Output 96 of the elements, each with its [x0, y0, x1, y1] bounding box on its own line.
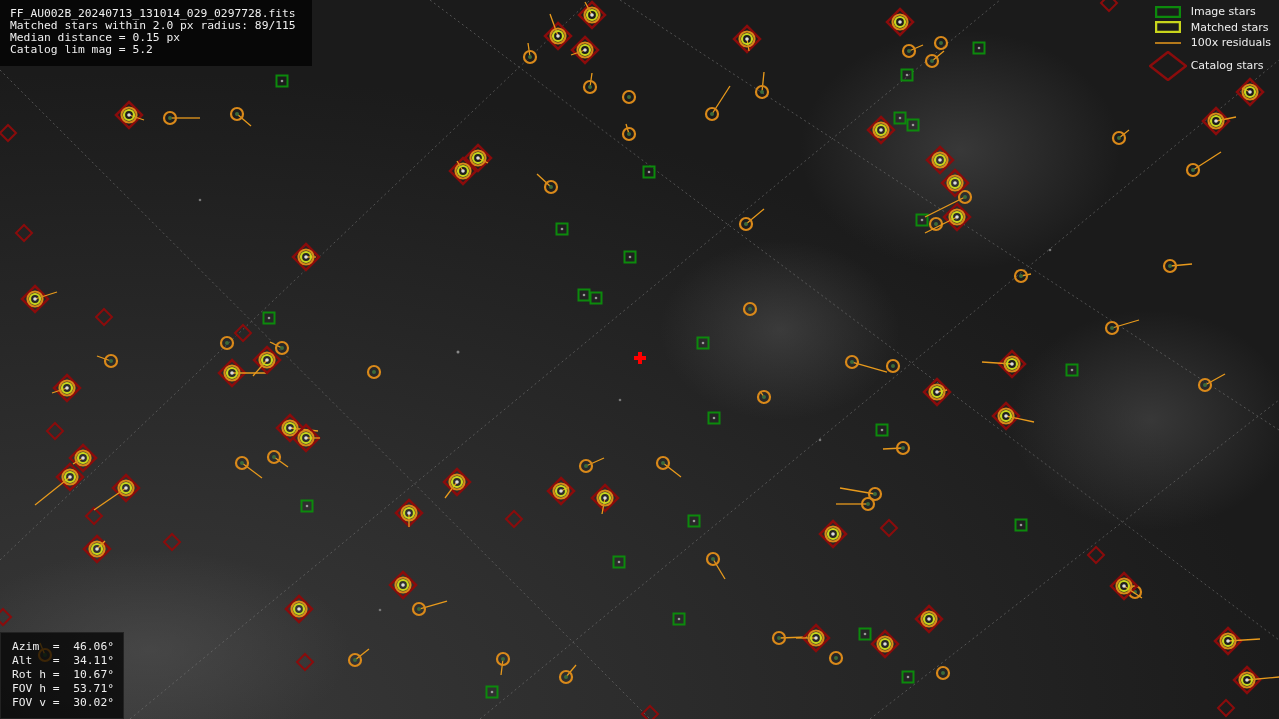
matched-star-marker [51, 373, 82, 403]
matched-star-marker [925, 145, 955, 175]
catalog-star-marker [45, 421, 65, 441]
catalog-star-marker [14, 223, 34, 243]
matched-star-marker [866, 115, 896, 145]
matched-star-marker [590, 483, 620, 515]
catalog-star-marker [882, 440, 911, 456]
matched-star-marker [795, 623, 831, 653]
catalog-star-marker [924, 50, 945, 69]
matched-star-marker [914, 604, 944, 634]
matched-star-marker [388, 570, 418, 600]
catalog-star-marker [1185, 151, 1222, 178]
catalog-star-marker [84, 506, 104, 526]
catalog-star-marker [411, 600, 448, 617]
catalog-star-marker [704, 85, 731, 122]
catalog-star-marker [640, 704, 660, 719]
matched-star-marker [922, 377, 952, 407]
catalog-star-marker [835, 496, 876, 512]
catalog-star-marker [269, 340, 290, 356]
catalog-star-marker [771, 630, 808, 646]
catalog-star-marker [1104, 319, 1140, 336]
catalog-star-marker [347, 648, 370, 668]
info-text: FF_AU002B_20240713_131014_029_0297728.fits [10, 8, 297, 20]
legend-label: Image stars [1190, 4, 1257, 20]
legend-label: Matched stars [1190, 19, 1270, 35]
matched-star-marker [1201, 106, 1237, 136]
catalog-star-marker [1086, 545, 1106, 565]
catalog-star-marker [738, 208, 765, 232]
catalog-star-marker [558, 664, 577, 685]
catalog-star-marker [233, 323, 253, 343]
matched-star-marker [818, 519, 848, 549]
matched-star-marker [463, 143, 493, 173]
matched-star-marker [291, 242, 321, 272]
matched-star-marker [1109, 571, 1143, 601]
catalog-star-marker [901, 43, 924, 59]
legend-label: Catalog stars [1190, 57, 1265, 74]
matched-star-marker [114, 100, 145, 130]
matched-star-marker [543, 13, 573, 51]
matched-star-marker [1213, 626, 1261, 656]
catalog-star-marker [495, 651, 511, 676]
catalog-star-marker [705, 551, 726, 580]
pointing-text: Rot h = 10.67° [12, 668, 116, 682]
matched-star-marker [924, 202, 972, 234]
info-text: Matched stars within 2.0 px radius: 89/115 [10, 20, 297, 32]
catalog-star-marker [96, 353, 119, 369]
catalog-star-marker [504, 509, 524, 529]
catalog-star-marker [229, 106, 252, 127]
matched-star-marker [991, 401, 1035, 431]
catalog-star-marker [1162, 258, 1193, 274]
catalog-star-marker [879, 518, 899, 538]
catalog-star-marker [0, 123, 18, 143]
catalog-star-marker [94, 307, 114, 327]
legend-label: 100x residuals [1190, 35, 1271, 51]
catalog-star-marker [582, 72, 598, 95]
pointing-text: Azim = 46.06° [12, 640, 116, 654]
matched-star-marker [1235, 77, 1265, 107]
catalog-star-marker [839, 486, 883, 502]
matched-star-marker [577, 0, 607, 30]
catalog-star-marker [655, 455, 682, 478]
catalog-star-marker [522, 42, 538, 65]
catalog-star-marker [162, 532, 182, 552]
matched-star-marker [981, 349, 1027, 379]
diamond-icon [1148, 50, 1187, 81]
matched-star-marker [885, 7, 915, 37]
matched-star-marker [732, 24, 762, 54]
matched-star-marker [82, 534, 112, 564]
legend-swatch-icon [1154, 5, 1181, 18]
catalog-star-marker [1216, 698, 1236, 718]
matched-star-marker [442, 467, 472, 499]
pointing-text: Alt = 34.11° [12, 654, 116, 668]
legend-swatch-icon [1154, 21, 1181, 34]
matched-star-marker [20, 284, 58, 314]
catalog-star-marker [1197, 373, 1226, 393]
catalog-star-marker [295, 652, 315, 672]
pointing-text: FOV v = 30.02° [12, 696, 116, 710]
matched-star-marker [1232, 665, 1279, 695]
info-text: Catalog lim mag = 5.2 [10, 44, 154, 56]
matched-star-marker [870, 629, 900, 659]
matched-star-marker [284, 594, 314, 624]
matched-star-marker [940, 168, 970, 198]
pointing-text: FOV h = 53.71° [12, 682, 116, 696]
catalog-star-marker [234, 455, 263, 479]
matched-star-marker [448, 156, 478, 186]
matched-star-marker [394, 498, 424, 528]
catalog-star-marker [0, 607, 13, 627]
catalog-star-marker [536, 173, 559, 195]
catalog-star-marker [162, 110, 201, 126]
line-swatch-icon [1154, 40, 1181, 45]
catalog-star-marker [578, 457, 605, 474]
catalog-star-marker [266, 449, 289, 468]
catalog-star-marker [754, 71, 770, 100]
matched-star-marker [570, 35, 600, 65]
info-text: Median distance = 0.15 px [10, 32, 182, 44]
center-cross-icon [634, 352, 646, 364]
matched-star-marker [546, 476, 576, 506]
catalog-star-marker [1099, 0, 1119, 13]
